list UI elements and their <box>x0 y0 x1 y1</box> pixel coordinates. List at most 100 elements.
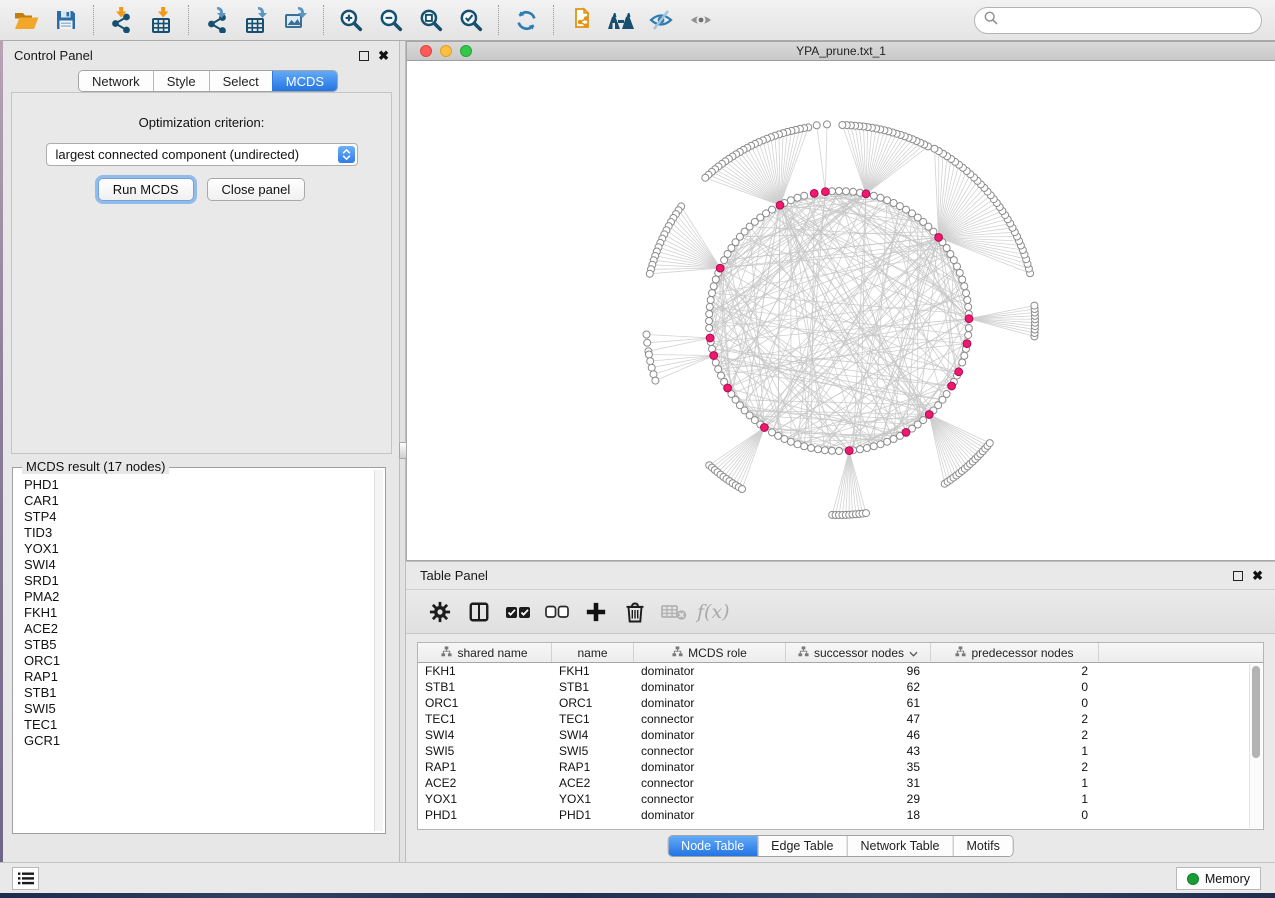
tab-mcds[interactable]: MCDS <box>272 71 337 91</box>
mcds-result-item[interactable]: FKH1 <box>24 605 373 621</box>
mcds-result-item[interactable]: TID3 <box>24 525 373 541</box>
memory-button[interactable]: Memory <box>1176 867 1261 890</box>
cell-MCDS-role[interactable]: connector <box>634 791 786 807</box>
cell-name[interactable]: SWI5 <box>552 743 634 759</box>
cell-successor-nodes[interactable]: 46 <box>786 727 931 743</box>
cell-shared-name[interactable]: SWI5 <box>418 743 552 759</box>
cell-name[interactable]: FKH1 <box>552 663 634 679</box>
cell-predecessor-nodes[interactable]: 2 <box>931 663 1099 679</box>
export-table-icon[interactable] <box>236 2 276 38</box>
column-header-MCDS-role[interactable]: MCDS role <box>634 643 786 662</box>
tab-motifs[interactable]: Motifs <box>952 836 1012 856</box>
cell-successor-nodes[interactable]: 18 <box>786 807 931 823</box>
cell-predecessor-nodes[interactable]: 1 <box>931 791 1099 807</box>
cell-shared-name[interactable]: STB1 <box>418 679 552 695</box>
hide-graphics-icon[interactable] <box>641 2 681 38</box>
tab-edge-table[interactable]: Edge Table <box>757 836 846 856</box>
cell-shared-name[interactable]: SWI4 <box>418 727 552 743</box>
cell-MCDS-role[interactable]: dominator <box>634 727 786 743</box>
tab-network[interactable]: Network <box>79 71 153 91</box>
cell-predecessor-nodes[interactable]: 2 <box>931 727 1099 743</box>
mcds-result-item[interactable]: SWI4 <box>24 557 373 573</box>
cell-predecessor-nodes[interactable]: 1 <box>931 775 1099 791</box>
cell-shared-name[interactable]: PHD1 <box>418 807 552 823</box>
cell-successor-nodes[interactable]: 62 <box>786 679 931 695</box>
close-panel-icon[interactable]: ✖ <box>378 51 389 61</box>
clone-network-icon[interactable] <box>561 2 601 38</box>
cell-name[interactable]: PHD1 <box>552 807 634 823</box>
zoom-out-icon[interactable] <box>371 2 411 38</box>
tab-node-table[interactable]: Node Table <box>668 836 757 856</box>
mcds-result-item[interactable]: ORC1 <box>24 653 373 669</box>
search-input[interactable] <box>1004 10 1261 30</box>
cell-predecessor-nodes[interactable]: 2 <box>931 759 1099 775</box>
column-header-successor-nodes[interactable]: successor nodes <box>786 643 931 662</box>
table-row[interactable]: ACE2ACE2connector311 <box>418 775 1249 791</box>
tab-style[interactable]: Style <box>153 71 209 91</box>
cell-name[interactable]: ORC1 <box>552 695 634 711</box>
table-scrollbar-thumb[interactable] <box>1252 666 1260 758</box>
cell-name[interactable]: RAP1 <box>552 759 634 775</box>
float-panel-icon[interactable] <box>359 51 369 61</box>
table-row[interactable]: FKH1FKH1dominator962 <box>418 663 1249 679</box>
network-window-titlebar[interactable]: YPA_prune.txt_1 <box>407 42 1275 61</box>
cell-MCDS-role[interactable]: dominator <box>634 663 786 679</box>
cell-predecessor-nodes[interactable]: 2 <box>931 711 1099 727</box>
cell-MCDS-role[interactable]: dominator <box>634 759 786 775</box>
cell-successor-nodes[interactable]: 96 <box>786 663 931 679</box>
import-table-icon[interactable] <box>141 2 181 38</box>
mcds-result-item[interactable]: SRD1 <box>24 573 373 589</box>
float-table-panel-icon[interactable] <box>1233 571 1243 581</box>
birds-eye-icon[interactable] <box>601 2 641 38</box>
table-row[interactable]: PHD1PHD1dominator180 <box>418 807 1249 823</box>
cell-shared-name[interactable]: YOX1 <box>418 791 552 807</box>
mcds-result-item[interactable]: RAP1 <box>24 669 373 685</box>
cell-successor-nodes[interactable]: 61 <box>786 695 931 711</box>
run-mcds-button[interactable]: Run MCDS <box>98 178 194 201</box>
cell-MCDS-role[interactable]: connector <box>634 775 786 791</box>
cell-successor-nodes[interactable]: 35 <box>786 759 931 775</box>
cell-successor-nodes[interactable]: 29 <box>786 791 931 807</box>
mcds-result-item[interactable]: PMA2 <box>24 589 373 605</box>
cell-MCDS-role[interactable]: connector <box>634 743 786 759</box>
mcds-result-item[interactable]: YOX1 <box>24 541 373 557</box>
column-header-predecessor-nodes[interactable]: predecessor nodes <box>931 643 1099 662</box>
cell-MCDS-role[interactable]: dominator <box>634 695 786 711</box>
table-row[interactable]: SWI4SWI4dominator462 <box>418 727 1249 743</box>
cell-predecessor-nodes[interactable]: 0 <box>931 807 1099 823</box>
cell-shared-name[interactable]: RAP1 <box>418 759 552 775</box>
close-table-panel-icon[interactable]: ✖ <box>1252 571 1263 581</box>
cell-shared-name[interactable]: ORC1 <box>418 695 552 711</box>
cell-name[interactable]: SWI4 <box>552 727 634 743</box>
mcds-result-item[interactable]: STP4 <box>24 509 373 525</box>
mcds-result-item[interactable]: PHD1 <box>24 477 373 493</box>
cell-MCDS-role[interactable]: dominator <box>634 807 786 823</box>
mcds-result-item[interactable]: STB5 <box>24 637 373 653</box>
table-row[interactable]: RAP1RAP1dominator352 <box>418 759 1249 775</box>
close-panel-button[interactable]: Close panel <box>207 178 306 201</box>
cell-name[interactable]: ACE2 <box>552 775 634 791</box>
table-row[interactable]: TEC1TEC1connector472 <box>418 711 1249 727</box>
table-row[interactable]: ORC1ORC1dominator610 <box>418 695 1249 711</box>
column-header-shared-name[interactable]: shared name <box>418 643 552 662</box>
cell-shared-name[interactable]: ACE2 <box>418 775 552 791</box>
mcds-result-item[interactable]: STB1 <box>24 685 373 701</box>
cell-shared-name[interactable]: FKH1 <box>418 663 552 679</box>
mcds-result-item[interactable]: GCR1 <box>24 733 373 749</box>
open-file-icon[interactable] <box>6 2 46 38</box>
column-header-name[interactable]: name <box>552 643 634 662</box>
task-list-button[interactable] <box>12 867 39 890</box>
delete-column-icon[interactable] <box>615 594 654 630</box>
add-column-icon[interactable] <box>576 594 615 630</box>
criterion-dropdown[interactable]: largest connected component (undirected) <box>46 143 358 166</box>
import-network-icon[interactable] <box>101 2 141 38</box>
cell-predecessor-nodes[interactable]: 1 <box>931 743 1099 759</box>
cell-name[interactable]: STB1 <box>552 679 634 695</box>
cell-successor-nodes[interactable]: 47 <box>786 711 931 727</box>
table-row[interactable]: YOX1YOX1connector291 <box>418 791 1249 807</box>
cell-successor-nodes[interactable]: 43 <box>786 743 931 759</box>
table-row[interactable]: STB1STB1dominator620 <box>418 679 1249 695</box>
mcds-result-item[interactable]: SWI5 <box>24 701 373 717</box>
cell-successor-nodes[interactable]: 31 <box>786 775 931 791</box>
column-layout-icon[interactable] <box>459 594 498 630</box>
